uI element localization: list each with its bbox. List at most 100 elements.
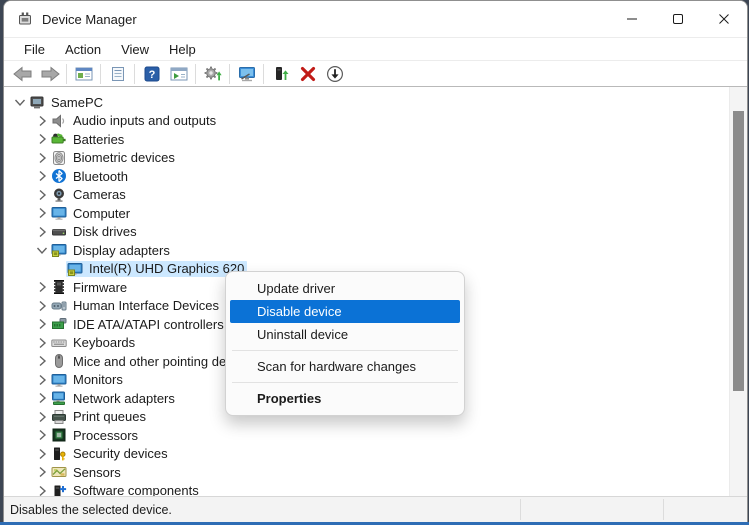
status-bar: Disables the selected device. [4, 496, 747, 522]
software-icon [51, 483, 67, 496]
tree-item-sensors[interactable]: Sensors [4, 463, 747, 482]
uninstall-x-icon [300, 66, 316, 82]
chevron-down-icon[interactable] [12, 94, 28, 110]
chevron-right-icon[interactable] [34, 224, 50, 240]
properties-button[interactable] [104, 62, 131, 85]
tree-item-label: Print queues [73, 409, 146, 425]
minimize-button[interactable] [609, 1, 655, 37]
hid-icon [51, 298, 67, 314]
monitor-icon [51, 372, 67, 388]
window-controls [609, 1, 747, 37]
context-menu-separator [232, 382, 458, 383]
chevron-right-icon[interactable] [34, 168, 50, 184]
disk-icon [51, 224, 67, 240]
chevron-right-icon[interactable] [34, 205, 50, 221]
menu-file[interactable]: File [14, 40, 55, 59]
tree-item-batteries[interactable]: Batteries [4, 130, 747, 149]
chevron-right-icon[interactable] [34, 113, 50, 129]
menu-view[interactable]: View [111, 40, 159, 59]
menu-help[interactable]: Help [159, 40, 206, 59]
tree-item-security-devices[interactable]: Security devices [4, 445, 747, 464]
disable-device-button[interactable] [321, 62, 348, 85]
chevron-down-icon[interactable] [34, 242, 50, 258]
maximize-icon [673, 14, 683, 24]
uninstall-device-button[interactable] [294, 62, 321, 85]
toolbar-separator [134, 63, 135, 84]
tree-item-label: Monitors [73, 372, 123, 388]
properties-icon [110, 66, 126, 82]
window-title: Device Manager [42, 11, 137, 27]
tree-item-bluetooth[interactable]: Bluetooth [4, 167, 747, 186]
chevron-right-icon[interactable] [34, 372, 50, 388]
chevron-right-icon[interactable] [34, 409, 50, 425]
device-manager-icon [17, 11, 33, 27]
chevron-right-icon[interactable] [34, 446, 50, 462]
menu-bar: File Action View Help [4, 38, 747, 61]
tree-item-label: Bluetooth [73, 168, 128, 184]
vertical-scrollbar[interactable] [729, 87, 747, 496]
chevron-right-icon[interactable] [34, 464, 50, 480]
svg-text:?: ? [148, 69, 155, 81]
chevron-right-icon[interactable] [34, 187, 50, 203]
security-icon [51, 446, 67, 462]
tree-item-disk-drives[interactable]: Disk drives [4, 223, 747, 242]
tree-item-cameras[interactable]: Cameras [4, 186, 747, 205]
maximize-button[interactable] [655, 1, 701, 37]
tree-item-processors[interactable]: Processors [4, 426, 747, 445]
scan-hardware-button[interactable] [233, 62, 260, 85]
keyboard-icon [51, 335, 67, 351]
battery-icon [51, 131, 67, 147]
tree-item-computer[interactable]: Computer [4, 204, 747, 223]
toolbar-separator [195, 63, 196, 84]
close-icon [719, 14, 729, 24]
tree-item-software-components[interactable]: Software components [4, 482, 747, 496]
context-menu-item-uninstall-device[interactable]: Uninstall device [230, 323, 460, 346]
printer-icon [51, 409, 67, 425]
status-separator [663, 499, 664, 520]
bluetooth-icon [51, 168, 67, 184]
close-button[interactable] [701, 1, 747, 37]
status-separator [520, 499, 521, 520]
sensor-icon [51, 464, 67, 480]
titlebar: Device Manager [4, 1, 747, 38]
mouse-icon [51, 353, 67, 369]
webcam-icon [51, 187, 67, 203]
menu-action[interactable]: Action [55, 40, 111, 59]
forward-button[interactable] [36, 62, 63, 85]
action-pane-button[interactable] [165, 62, 192, 85]
context-menu-item-properties[interactable]: Properties [230, 387, 460, 410]
chevron-right-icon[interactable] [34, 316, 50, 332]
display-adapter-icon [67, 261, 83, 277]
chevron-right-icon[interactable] [34, 353, 50, 369]
tree-item-samepc[interactable]: SamePC [4, 93, 747, 112]
tree-item-display-adapters[interactable]: Display adapters [4, 241, 747, 260]
back-arrow-icon [12, 65, 33, 82]
status-text: Disables the selected device. [10, 502, 172, 517]
chevron-right-icon[interactable] [34, 298, 50, 314]
chevron-right-icon[interactable] [34, 427, 50, 443]
context-menu-item-disable-device[interactable]: Disable device [230, 300, 460, 323]
chevron-right-icon[interactable] [34, 335, 50, 351]
tree-item-audio-inputs-and-outputs[interactable]: Audio inputs and outputs [4, 112, 747, 131]
chevron-right-icon[interactable] [34, 483, 50, 496]
help-button[interactable]: ? [138, 62, 165, 85]
context-menu-item-scan-for-hardware-changes[interactable]: Scan for hardware changes [230, 355, 460, 378]
add-driver-button[interactable] [267, 62, 294, 85]
fingerprint-icon [51, 150, 67, 166]
show-console-tree-button[interactable] [70, 62, 97, 85]
tree-item-label: Software components [73, 483, 199, 496]
scrollbar-thumb[interactable] [733, 111, 744, 391]
back-button[interactable] [9, 62, 36, 85]
update-driver-button[interactable] [199, 62, 226, 85]
action-pane-icon [170, 66, 188, 82]
chevron-right-icon[interactable] [34, 150, 50, 166]
chevron-right-icon[interactable] [34, 390, 50, 406]
context-menu-item-update-driver[interactable]: Update driver [230, 277, 460, 300]
chevron-right-icon[interactable] [34, 131, 50, 147]
tree-item-label: Firmware [73, 279, 128, 295]
tree-item-label: Security devices [73, 446, 168, 462]
tree-item-label: Sensors [73, 464, 121, 480]
chevron-right-icon[interactable] [34, 279, 50, 295]
tree-item-biometric-devices[interactable]: Biometric devices [4, 149, 747, 168]
tree-item-label: Human Interface Devices [73, 298, 219, 314]
